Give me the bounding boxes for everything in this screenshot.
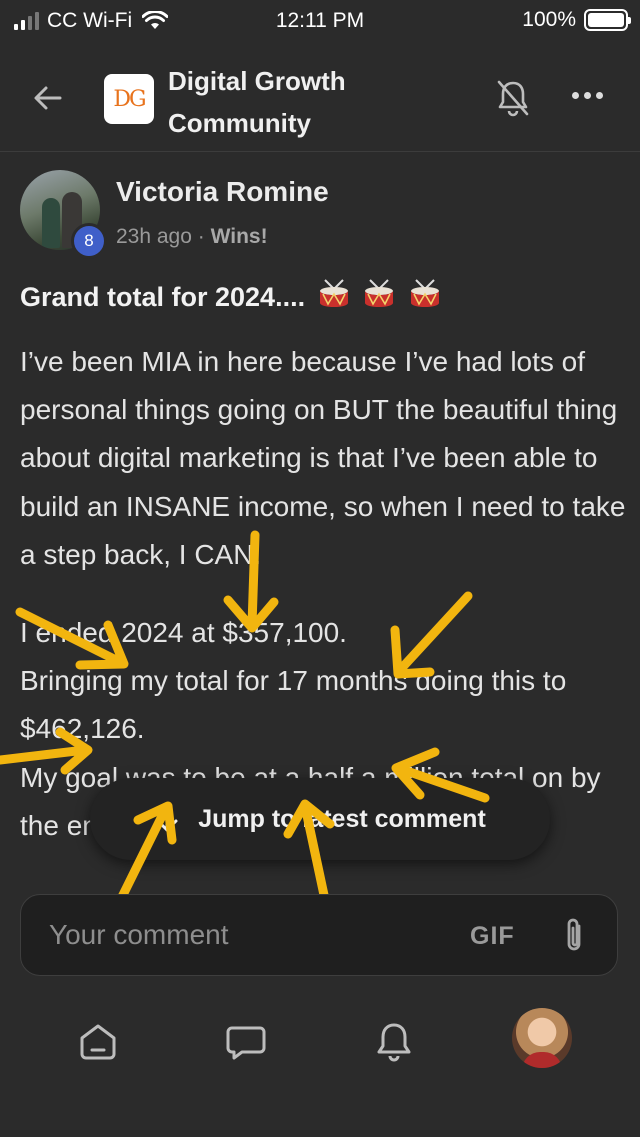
bell-off-icon[interactable] (494, 78, 532, 118)
more-options-icon[interactable] (572, 92, 603, 99)
post-paragraph: Bringing my total for 17 months doing th… (20, 665, 567, 745)
post-title-text: Grand total for 2024.... (20, 282, 306, 312)
drum-emoji-icon (319, 279, 348, 307)
home-icon[interactable] (76, 1020, 120, 1064)
comment-input[interactable] (20, 894, 618, 976)
post-meta: 23h ago · Wins! (116, 225, 268, 249)
post-paragraph: I’ve been MIA in here because I’ve had l… (20, 346, 626, 570)
community-title[interactable]: Digital Growth Community (168, 60, 428, 144)
post-body: I’ve been MIA in here because I’ve had l… (20, 338, 630, 850)
arrow-down-icon (156, 805, 178, 832)
chat-icon[interactable] (224, 1020, 268, 1064)
logo-text: DG (113, 86, 146, 112)
jump-button-label: Jump to latest comment (198, 804, 486, 833)
bottom-nav (0, 992, 640, 1137)
status-right: 100% (522, 8, 631, 32)
community-logo[interactable]: DG (104, 74, 154, 124)
battery-percent: 100% (522, 8, 576, 31)
post-paragraph: I ended 2024 at $357,100. (20, 617, 347, 649)
post: 8 Victoria Romine 23h ago · Wins! Grand … (0, 152, 640, 882)
post-title: Grand total for 2024.... (20, 278, 442, 313)
gif-button[interactable]: GIF (470, 922, 515, 951)
author-name[interactable]: Victoria Romine (116, 176, 329, 208)
drum-emoji-icon (410, 279, 439, 307)
jump-to-latest-comment-button[interactable]: Jump to latest comment (90, 778, 550, 860)
comment-bar: GIF (0, 882, 640, 992)
post-category[interactable]: Wins! (211, 225, 268, 248)
app-header: DG Digital Growth Community (0, 44, 640, 152)
paperclip-icon[interactable] (560, 916, 588, 956)
battery-icon (584, 9, 631, 31)
bell-icon[interactable] (372, 1020, 416, 1064)
level-badge: 8 (71, 223, 107, 259)
profile-avatar[interactable] (512, 1008, 572, 1068)
meta-separator: · (197, 225, 205, 248)
status-bar: CC Wi-Fi 12:11 PM 100% (0, 0, 640, 44)
back-arrow-icon[interactable] (30, 80, 66, 116)
post-time: 23h ago (116, 225, 192, 248)
drum-emoji-icon (365, 279, 394, 307)
